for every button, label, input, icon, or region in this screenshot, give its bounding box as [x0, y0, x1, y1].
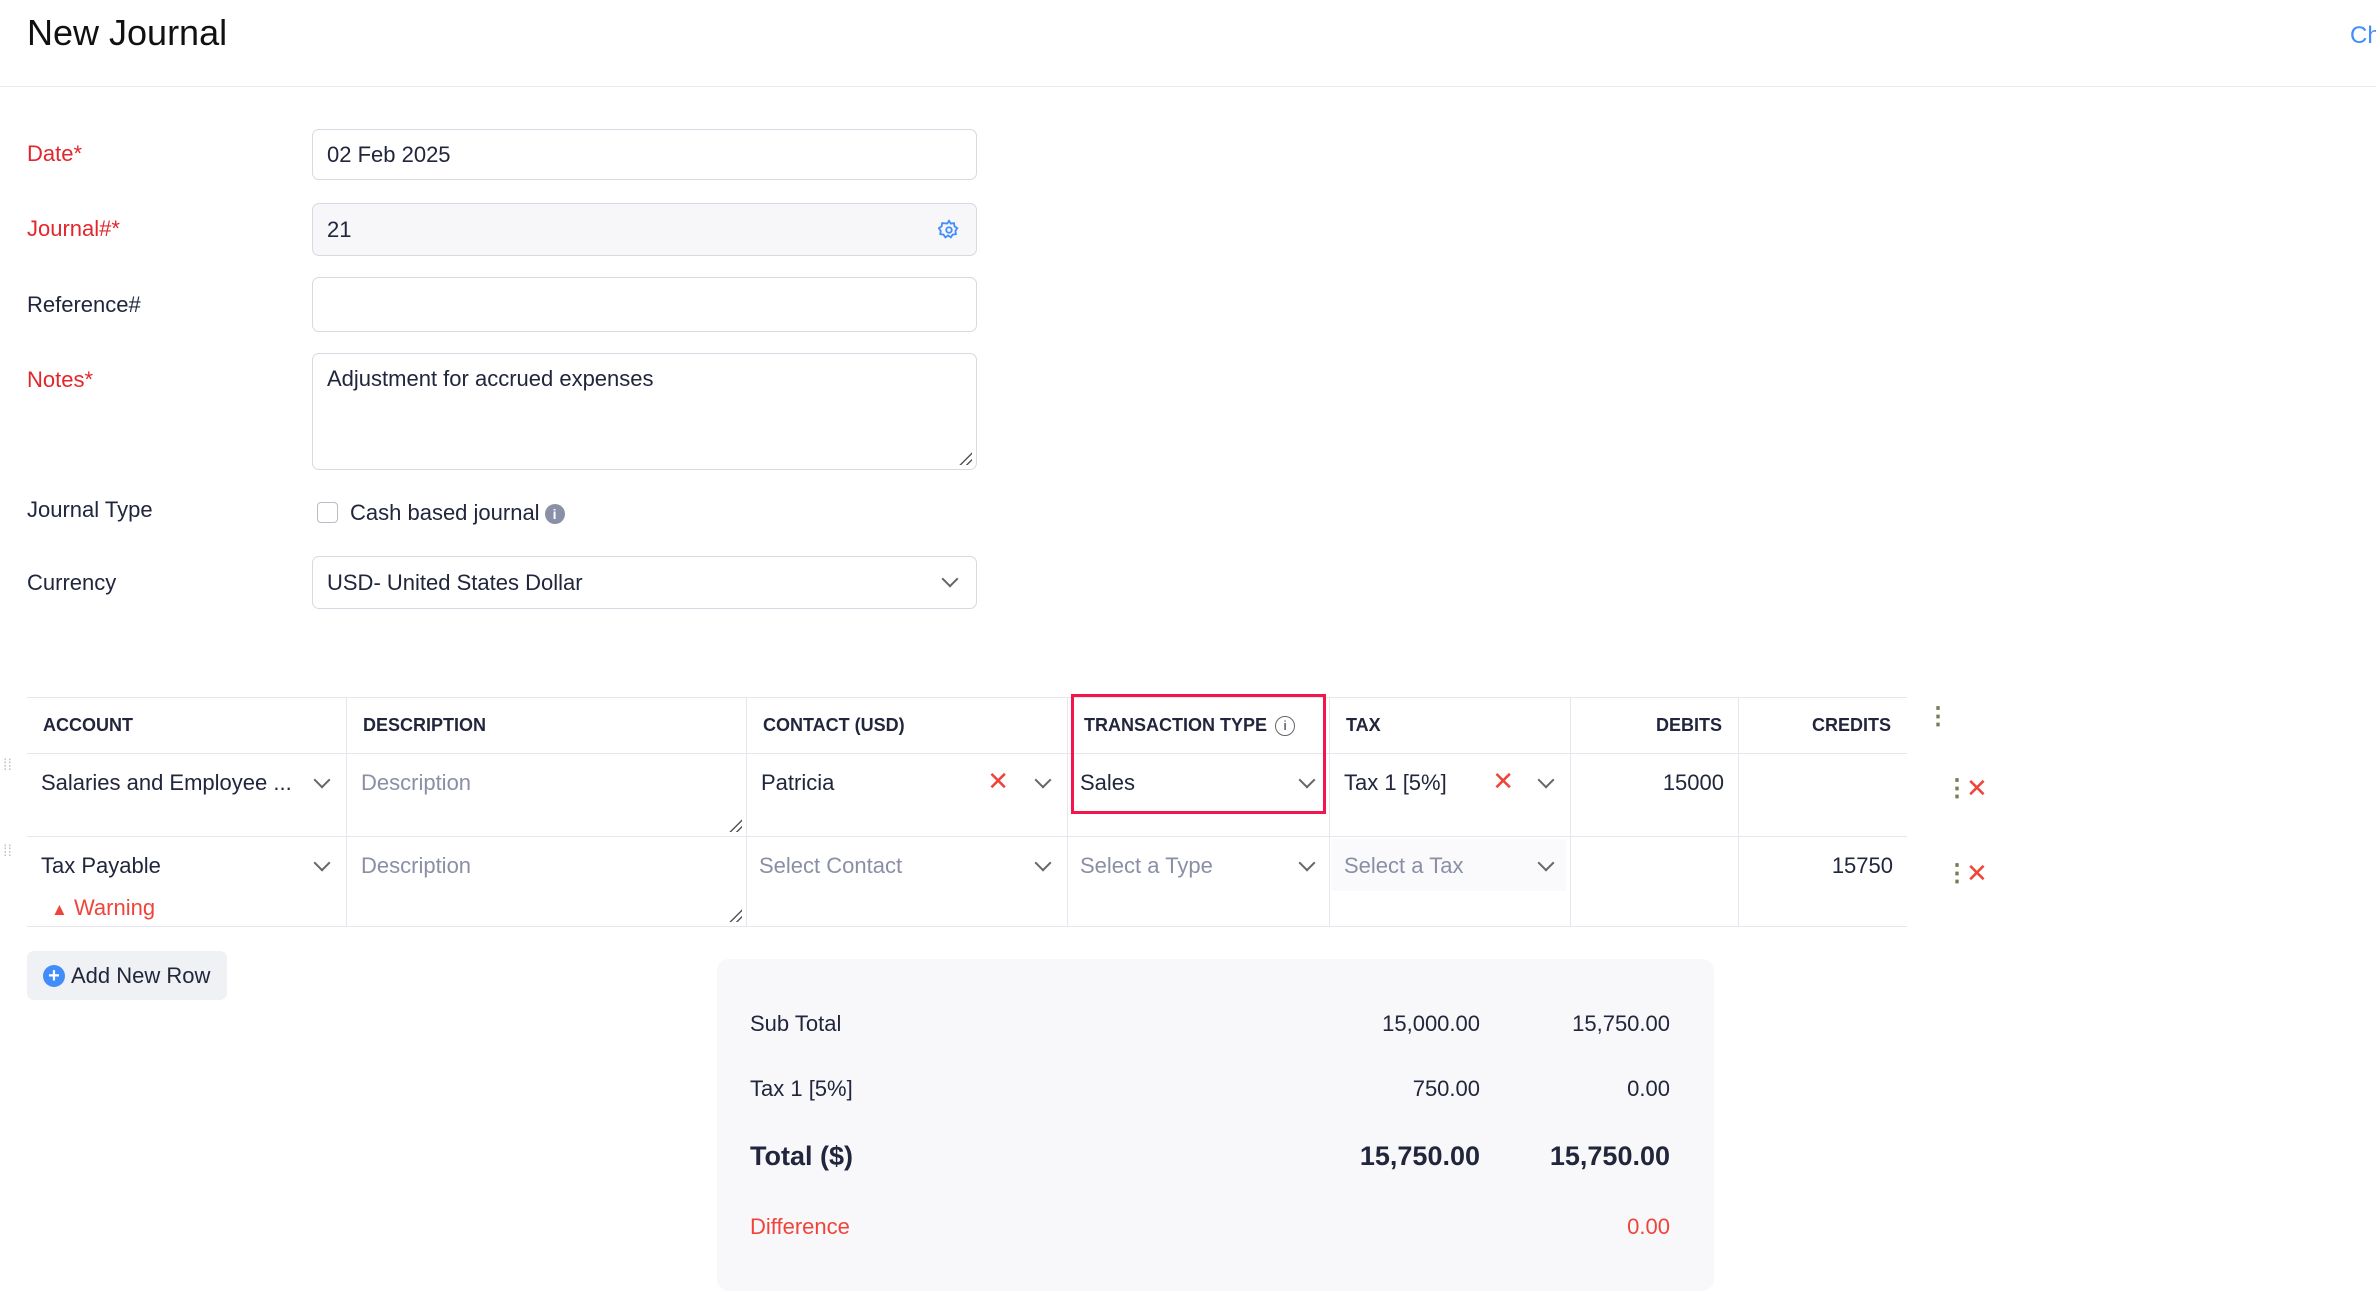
add-row-label: Add New Row	[71, 962, 211, 988]
plus-circle-icon: +	[43, 964, 65, 987]
account-value: Salaries and Employee ...	[41, 770, 292, 795]
clear-icon[interactable]: ✕	[1492, 766, 1514, 797]
warning-icon: ▲	[51, 900, 68, 919]
currency-select[interactable]: USD- United States Dollar	[312, 556, 977, 609]
delete-row-icon[interactable]: ✕	[1966, 773, 1988, 804]
reference-field[interactable]	[312, 277, 977, 332]
chevron-down-icon	[1537, 771, 1555, 789]
description-placeholder: Description	[361, 770, 472, 795]
tax-select[interactable]: Select a Tax	[1330, 837, 1571, 927]
warning-text: Warning	[73, 895, 156, 920]
tax-row: Tax 1 [5%] 750.00 0.00	[750, 1076, 1670, 1102]
chevron-down-icon	[941, 570, 959, 588]
resize-handle[interactable]	[728, 908, 742, 922]
tax-debit: 750.00	[1412, 1076, 1480, 1101]
totals-summary: Sub Total 15,000.00 15,750.00 Tax 1 [5%] 75…	[717, 959, 1714, 1291]
date-field[interactable]: 02 Feb 2025	[312, 129, 977, 180]
cash-based-checkbox[interactable]	[317, 502, 338, 523]
contact-select[interactable]: Select Contact	[747, 837, 1068, 927]
account-select[interactable]: Tax Payable ▲ Warning	[27, 837, 347, 927]
difference-row: Difference 0.00	[750, 1214, 1670, 1240]
journal-number-value: 21	[327, 216, 352, 242]
delete-row-icon[interactable]: ✕	[1966, 858, 1988, 889]
resize-handle[interactable]	[958, 451, 972, 465]
col-contact: CONTACT (USD)	[747, 698, 1068, 754]
description-placeholder: Description	[361, 853, 472, 878]
gear-icon[interactable]	[938, 219, 960, 241]
contact-placeholder: Select Contact	[759, 853, 903, 878]
tax-select[interactable]: Tax 1 [5%] ✕	[1330, 754, 1571, 837]
tax-value: Tax 1 [5%]	[1344, 770, 1447, 795]
transaction-type-select[interactable]: Select a Type	[1068, 837, 1330, 927]
header-divider	[0, 86, 2376, 87]
chevron-down-icon	[313, 854, 331, 872]
drag-handle-icon[interactable]: ⁞⁞	[3, 844, 12, 860]
difference-value: 0.00	[1627, 1214, 1670, 1239]
journal-label: Journal#*	[27, 216, 120, 241]
warning-message: ▲ Warning	[51, 895, 155, 921]
sub-total-label: Sub Total	[750, 1011, 842, 1036]
tax-label: Tax 1 [5%]	[750, 1076, 853, 1101]
transaction-type-placeholder: Select a Type	[1080, 853, 1213, 878]
notes-label: Notes*	[27, 367, 94, 392]
chevron-down-icon	[1034, 771, 1052, 789]
chevron-down-icon	[1298, 854, 1316, 872]
debit-input[interactable]	[1571, 837, 1739, 927]
currency-value: USD- United States Dollar	[327, 569, 583, 595]
total-debit: 15,750.00	[1359, 1141, 1480, 1171]
drag-handle-icon[interactable]: ⁞⁞	[3, 758, 12, 774]
page-title: New Journal	[27, 12, 228, 53]
resize-handle[interactable]	[728, 818, 742, 832]
chevron-down-icon	[1034, 854, 1052, 872]
cash-based-label: Cash based journal i	[350, 500, 565, 526]
description-input[interactable]: Description	[347, 754, 747, 837]
chevron-down-icon	[313, 771, 331, 789]
contact-select[interactable]: Patricia ✕	[747, 754, 1068, 837]
reference-label: Reference#	[27, 292, 141, 317]
total-row: Total ($) 15,750.00 15,750.00	[750, 1141, 1670, 1172]
contact-value: Patricia	[761, 770, 835, 795]
sub-total-debit: 15,000.00	[1382, 1011, 1480, 1036]
checkbox-text: Cash based journal	[350, 500, 540, 525]
col-debits: DEBITS	[1571, 698, 1739, 754]
col-account: ACCOUNT	[27, 698, 347, 754]
journal-number-field[interactable]: 21	[312, 203, 977, 256]
debit-input[interactable]: 15000	[1571, 754, 1739, 837]
journal-table: ACCOUNT DESCRIPTION CONTACT (USD) TRANSA…	[27, 697, 1907, 927]
total-label: Total ($)	[750, 1141, 853, 1171]
account-select[interactable]: Salaries and Employee ...	[27, 754, 347, 837]
tax-placeholder: Select a Tax	[1344, 853, 1464, 878]
currency-label: Currency	[27, 570, 117, 595]
info-icon[interactable]: i	[544, 504, 565, 525]
table-options-kebab-icon[interactable]: ⋮	[1926, 702, 1950, 731]
tax-credit: 0.00	[1627, 1076, 1670, 1101]
notes-value: Adjustment for accrued expenses	[327, 366, 654, 391]
sub-total-credit: 15,750.00	[1572, 1011, 1670, 1036]
col-tax: TAX	[1330, 698, 1571, 754]
top-right-link[interactable]: Ch	[2350, 22, 2376, 50]
sub-total-row: Sub Total 15,000.00 15,750.00	[750, 1011, 1670, 1037]
date-label: Date*	[27, 141, 83, 166]
difference-label: Difference	[750, 1214, 850, 1239]
account-value: Tax Payable	[41, 853, 161, 878]
date-value: 02 Feb 2025	[327, 141, 451, 167]
description-input[interactable]: Description	[347, 837, 747, 927]
clear-icon[interactable]: ✕	[987, 766, 1009, 797]
total-credit: 15,750.00	[1549, 1141, 1670, 1171]
journal-type-label: Journal Type	[27, 497, 153, 522]
credit-input[interactable]: 15750	[1739, 837, 1907, 927]
transaction-type-highlight	[1071, 694, 1326, 814]
notes-textarea[interactable]: Adjustment for accrued expenses	[312, 353, 977, 470]
col-credits: CREDITS	[1739, 698, 1907, 754]
credit-input[interactable]	[1739, 754, 1907, 837]
col-description: DESCRIPTION	[347, 698, 747, 754]
add-new-row-button[interactable]: + Add New Row	[27, 951, 227, 1000]
